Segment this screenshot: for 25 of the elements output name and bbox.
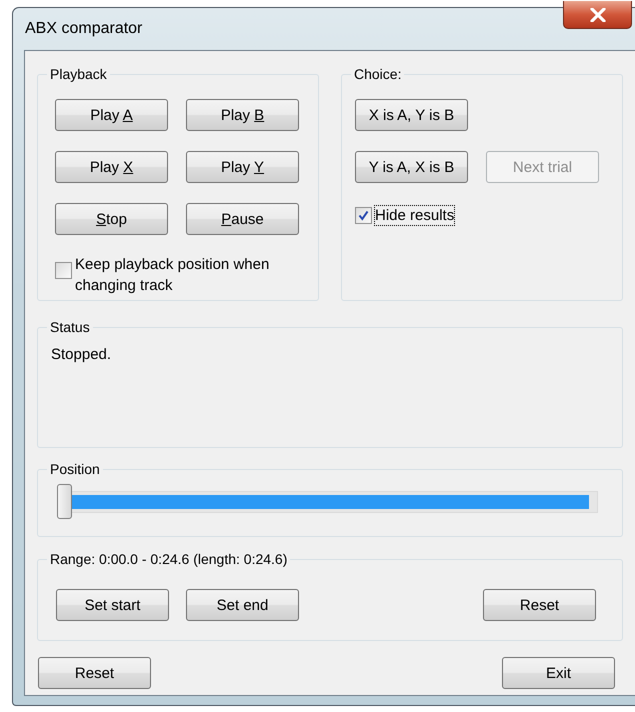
status-text: Stopped. (51, 346, 112, 363)
checkbox[interactable] (355, 207, 372, 224)
button[interactable]: Set start (56, 589, 169, 621)
checkbox-label[interactable]: Hide results (375, 206, 454, 225)
button[interactable]: Stop (55, 203, 168, 235)
window-title: ABX comparator (25, 20, 142, 38)
button[interactable]: Set end (186, 589, 299, 621)
close-button[interactable] (563, 1, 632, 29)
group-label: Range: 0:00.0 - 0:24.6 (length: 0:24.6) (47, 551, 290, 568)
button[interactable]: X is A, Y is B (355, 99, 468, 131)
checkbox[interactable] (55, 262, 72, 279)
checkbox-label[interactable]: Keep playback position when changing track (75, 254, 295, 296)
button[interactable]: Reset (483, 589, 596, 621)
button[interactable]: Play X (55, 151, 168, 183)
button[interactable]: Play A (55, 99, 168, 131)
position-slider[interactable] (57, 484, 598, 519)
button[interactable]: Pause (186, 203, 299, 235)
group-label: Playback (47, 66, 110, 83)
button[interactable]: Play B (186, 99, 299, 131)
button[interactable]: Y is A, X is B (355, 151, 468, 183)
slider-thumb[interactable] (57, 484, 72, 519)
close-icon (588, 8, 606, 22)
button[interactable]: Play Y (186, 151, 299, 183)
button[interactable]: Exit (502, 657, 615, 689)
button[interactable]: Reset (38, 657, 151, 689)
